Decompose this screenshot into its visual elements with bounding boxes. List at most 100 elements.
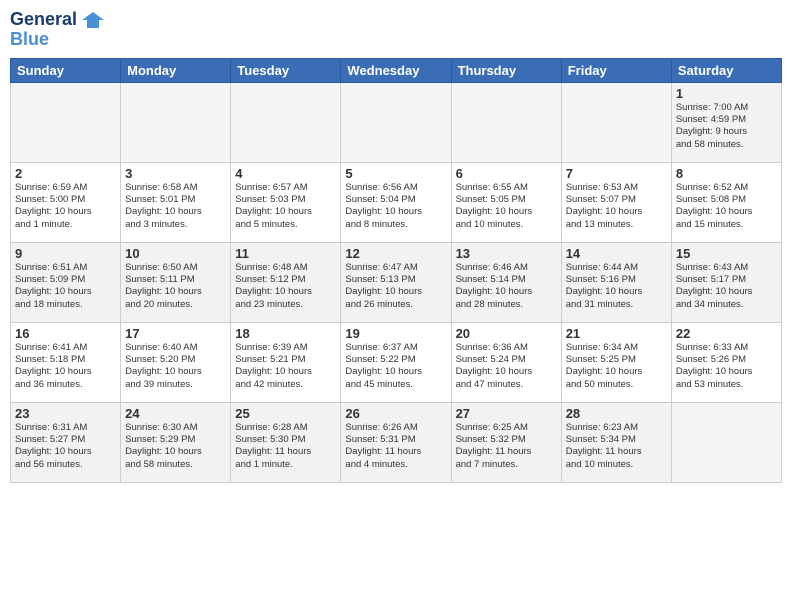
day-info: Sunrise: 6:31 AM Sunset: 5:27 PM Dayligh… (15, 422, 116, 471)
week-row-0: 1Sunrise: 7:00 AM Sunset: 4:59 PM Daylig… (11, 82, 782, 162)
day-number: 1 (676, 86, 777, 101)
day-info: Sunrise: 6:41 AM Sunset: 5:18 PM Dayligh… (15, 342, 116, 391)
day-info: Sunrise: 6:51 AM Sunset: 5:09 PM Dayligh… (15, 262, 116, 311)
day-cell (671, 402, 781, 482)
day-info: Sunrise: 6:23 AM Sunset: 5:34 PM Dayligh… (566, 422, 667, 471)
day-number: 28 (566, 406, 667, 421)
day-cell: 11Sunrise: 6:48 AM Sunset: 5:12 PM Dayli… (231, 242, 341, 322)
day-number: 26 (345, 406, 446, 421)
day-number: 13 (456, 246, 557, 261)
day-cell (121, 82, 231, 162)
day-info: Sunrise: 7:00 AM Sunset: 4:59 PM Dayligh… (676, 102, 777, 151)
day-number: 23 (15, 406, 116, 421)
weekday-header-saturday: Saturday (671, 58, 781, 82)
day-cell: 20Sunrise: 6:36 AM Sunset: 5:24 PM Dayli… (451, 322, 561, 402)
day-cell: 15Sunrise: 6:43 AM Sunset: 5:17 PM Dayli… (671, 242, 781, 322)
day-cell: 1Sunrise: 7:00 AM Sunset: 4:59 PM Daylig… (671, 82, 781, 162)
day-info: Sunrise: 6:55 AM Sunset: 5:05 PM Dayligh… (456, 182, 557, 231)
day-cell: 16Sunrise: 6:41 AM Sunset: 5:18 PM Dayli… (11, 322, 121, 402)
day-info: Sunrise: 6:39 AM Sunset: 5:21 PM Dayligh… (235, 342, 336, 391)
day-number: 20 (456, 326, 557, 341)
day-number: 18 (235, 326, 336, 341)
day-info: Sunrise: 6:33 AM Sunset: 5:26 PM Dayligh… (676, 342, 777, 391)
day-cell: 10Sunrise: 6:50 AM Sunset: 5:11 PM Dayli… (121, 242, 231, 322)
day-cell: 18Sunrise: 6:39 AM Sunset: 5:21 PM Dayli… (231, 322, 341, 402)
logo: General Blue (10, 10, 104, 50)
day-cell: 25Sunrise: 6:28 AM Sunset: 5:30 PM Dayli… (231, 402, 341, 482)
day-cell (561, 82, 671, 162)
day-cell: 12Sunrise: 6:47 AM Sunset: 5:13 PM Dayli… (341, 242, 451, 322)
day-info: Sunrise: 6:50 AM Sunset: 5:11 PM Dayligh… (125, 262, 226, 311)
weekday-header-friday: Friday (561, 58, 671, 82)
day-number: 25 (235, 406, 336, 421)
day-info: Sunrise: 6:30 AM Sunset: 5:29 PM Dayligh… (125, 422, 226, 471)
day-cell: 2Sunrise: 6:59 AM Sunset: 5:00 PM Daylig… (11, 162, 121, 242)
day-cell: 8Sunrise: 6:52 AM Sunset: 5:08 PM Daylig… (671, 162, 781, 242)
week-row-4: 23Sunrise: 6:31 AM Sunset: 5:27 PM Dayli… (11, 402, 782, 482)
weekday-header-tuesday: Tuesday (231, 58, 341, 82)
day-cell: 21Sunrise: 6:34 AM Sunset: 5:25 PM Dayli… (561, 322, 671, 402)
day-info: Sunrise: 6:26 AM Sunset: 5:31 PM Dayligh… (345, 422, 446, 471)
day-cell: 14Sunrise: 6:44 AM Sunset: 5:16 PM Dayli… (561, 242, 671, 322)
day-info: Sunrise: 6:52 AM Sunset: 5:08 PM Dayligh… (676, 182, 777, 231)
weekday-header-row: SundayMondayTuesdayWednesdayThursdayFrid… (11, 58, 782, 82)
day-info: Sunrise: 6:53 AM Sunset: 5:07 PM Dayligh… (566, 182, 667, 231)
header: General Blue (10, 10, 782, 50)
day-number: 15 (676, 246, 777, 261)
day-cell: 24Sunrise: 6:30 AM Sunset: 5:29 PM Dayli… (121, 402, 231, 482)
day-cell (451, 82, 561, 162)
day-number: 3 (125, 166, 226, 181)
day-number: 17 (125, 326, 226, 341)
day-number: 2 (15, 166, 116, 181)
day-cell: 27Sunrise: 6:25 AM Sunset: 5:32 PM Dayli… (451, 402, 561, 482)
day-number: 4 (235, 166, 336, 181)
day-cell (11, 82, 121, 162)
day-number: 24 (125, 406, 226, 421)
week-row-3: 16Sunrise: 6:41 AM Sunset: 5:18 PM Dayli… (11, 322, 782, 402)
day-number: 21 (566, 326, 667, 341)
day-cell: 22Sunrise: 6:33 AM Sunset: 5:26 PM Dayli… (671, 322, 781, 402)
day-info: Sunrise: 6:59 AM Sunset: 5:00 PM Dayligh… (15, 182, 116, 231)
day-cell: 7Sunrise: 6:53 AM Sunset: 5:07 PM Daylig… (561, 162, 671, 242)
weekday-header-wednesday: Wednesday (341, 58, 451, 82)
day-number: 9 (15, 246, 116, 261)
day-number: 14 (566, 246, 667, 261)
day-info: Sunrise: 6:28 AM Sunset: 5:30 PM Dayligh… (235, 422, 336, 471)
day-info: Sunrise: 6:25 AM Sunset: 5:32 PM Dayligh… (456, 422, 557, 471)
day-cell: 3Sunrise: 6:58 AM Sunset: 5:01 PM Daylig… (121, 162, 231, 242)
day-info: Sunrise: 6:36 AM Sunset: 5:24 PM Dayligh… (456, 342, 557, 391)
day-info: Sunrise: 6:57 AM Sunset: 5:03 PM Dayligh… (235, 182, 336, 231)
day-cell: 13Sunrise: 6:46 AM Sunset: 5:14 PM Dayli… (451, 242, 561, 322)
day-cell: 28Sunrise: 6:23 AM Sunset: 5:34 PM Dayli… (561, 402, 671, 482)
day-number: 10 (125, 246, 226, 261)
logo-text: General (10, 10, 104, 30)
day-number: 22 (676, 326, 777, 341)
day-number: 5 (345, 166, 446, 181)
day-number: 7 (566, 166, 667, 181)
day-cell: 6Sunrise: 6:55 AM Sunset: 5:05 PM Daylig… (451, 162, 561, 242)
calendar: SundayMondayTuesdayWednesdayThursdayFrid… (10, 58, 782, 483)
day-info: Sunrise: 6:46 AM Sunset: 5:14 PM Dayligh… (456, 262, 557, 311)
logo-blue: Blue (10, 30, 104, 50)
day-cell (231, 82, 341, 162)
day-info: Sunrise: 6:58 AM Sunset: 5:01 PM Dayligh… (125, 182, 226, 231)
day-cell: 9Sunrise: 6:51 AM Sunset: 5:09 PM Daylig… (11, 242, 121, 322)
weekday-header-sunday: Sunday (11, 58, 121, 82)
day-number: 27 (456, 406, 557, 421)
day-cell: 17Sunrise: 6:40 AM Sunset: 5:20 PM Dayli… (121, 322, 231, 402)
page: General Blue SundayMondayTuesdayWednesda… (0, 0, 792, 612)
day-number: 16 (15, 326, 116, 341)
day-info: Sunrise: 6:40 AM Sunset: 5:20 PM Dayligh… (125, 342, 226, 391)
day-info: Sunrise: 6:43 AM Sunset: 5:17 PM Dayligh… (676, 262, 777, 311)
day-cell (341, 82, 451, 162)
day-info: Sunrise: 6:44 AM Sunset: 5:16 PM Dayligh… (566, 262, 667, 311)
day-number: 8 (676, 166, 777, 181)
weekday-header-monday: Monday (121, 58, 231, 82)
day-number: 12 (345, 246, 446, 261)
day-info: Sunrise: 6:34 AM Sunset: 5:25 PM Dayligh… (566, 342, 667, 391)
week-row-1: 2Sunrise: 6:59 AM Sunset: 5:00 PM Daylig… (11, 162, 782, 242)
day-info: Sunrise: 6:48 AM Sunset: 5:12 PM Dayligh… (235, 262, 336, 311)
day-info: Sunrise: 6:37 AM Sunset: 5:22 PM Dayligh… (345, 342, 446, 391)
weekday-header-thursday: Thursday (451, 58, 561, 82)
week-row-2: 9Sunrise: 6:51 AM Sunset: 5:09 PM Daylig… (11, 242, 782, 322)
